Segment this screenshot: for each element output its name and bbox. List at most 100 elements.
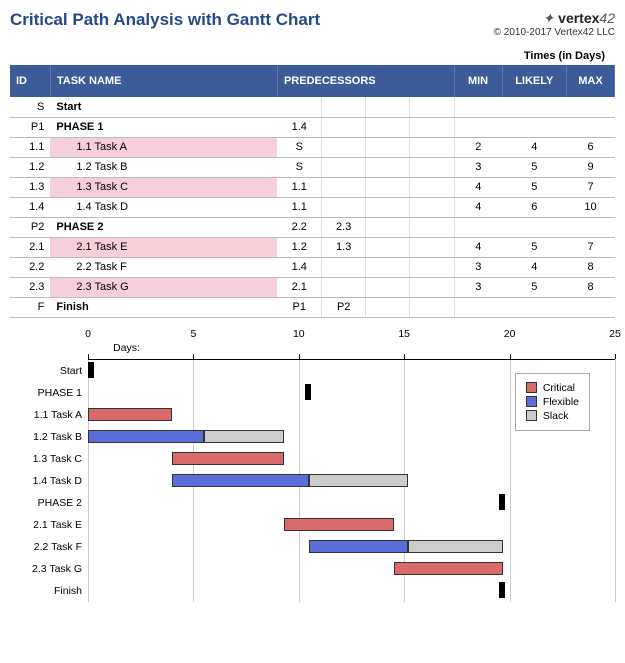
gantt-row-label: 2.2 Task F [10,541,88,553]
gantt-bar-critical [88,408,172,421]
cell-likely [502,217,566,237]
axis-tick-label: 20 [504,328,516,340]
gantt-axis: Days: 0510152025 [88,328,615,360]
cell-min: 2 [454,137,502,157]
legend-critical: Critical [526,382,579,394]
cell-pred [366,117,410,137]
gantt-row-label: Start [10,365,88,377]
table-header-row: ID TASK NAME PREDECESSORS MIN LIKELY MAX [10,65,615,97]
cell-likely: 5 [502,177,566,197]
cell-id: 1.3 [10,177,50,197]
legend-critical-label: Critical [543,382,575,394]
cell-pred [366,97,410,117]
cell-pred [366,197,410,217]
axis-tick-label: 0 [85,328,91,340]
cell-task: 1.1 Task A [50,137,277,157]
gantt-row-label: PHASE 1 [10,387,88,399]
gantt-row-label: Finish [10,585,88,597]
cell-min: 3 [454,157,502,177]
cell-pred [366,297,410,317]
table-row: P2PHASE 22.22.3 [10,217,615,237]
cell-task: Start [50,97,277,117]
cell-pred: P1 [277,297,321,317]
cell-pred: 1.1 [277,177,321,197]
cell-pred [322,157,366,177]
table-row: 2.12.1 Task E1.21.3457 [10,237,615,257]
gantt-row: 2.3 Task G [10,558,615,580]
cell-likely: 4 [502,137,566,157]
swatch-slack-icon [526,410,537,421]
brand-block: ✦ vertex42 © 2010-2017 Vertex42 LLC [494,10,615,38]
cell-pred [410,137,454,157]
gantt-row-label: PHASE 2 [10,497,88,509]
gantt-bar-milestone [88,362,94,378]
cell-pred [366,157,410,177]
cell-pred [366,217,410,237]
gantt-row-label: 2.3 Task G [10,563,88,575]
cell-id: S [10,97,50,117]
times-unit-label: Times (in Days) [10,50,615,62]
cell-likely: 4 [502,257,566,277]
cell-id: 1.4 [10,197,50,217]
cell-min: 4 [454,177,502,197]
gantt-row: 2.1 Task E [10,514,615,536]
cell-task: PHASE 2 [50,217,277,237]
cell-pred [410,257,454,277]
gantt-row-label: 1.3 Task C [10,453,88,465]
axis-tick-label: 25 [609,328,621,340]
cell-pred: 2.1 [277,277,321,297]
cell-pred: 1.3 [322,237,366,257]
cell-min [454,217,502,237]
cell-pred [410,297,454,317]
gantt-bar-critical [172,452,284,465]
cell-pred [322,197,366,217]
gantt-axis-label: Days: [113,342,140,354]
cell-pred: 2.2 [277,217,321,237]
cell-likely [502,297,566,317]
cell-pred [277,97,321,117]
cell-likely: 5 [502,157,566,177]
gantt-bar-flexible [172,474,309,487]
cell-pred [322,97,366,117]
gantt-bar-slack [204,430,284,443]
brand-copyright: © 2010-2017 Vertex42 LLC [494,27,615,38]
col-max: MAX [567,65,615,97]
legend: Critical Flexible Slack [515,373,590,431]
brand-logo: ✦ vertex42 [494,10,615,27]
cell-pred: 1.4 [277,257,321,277]
table-row: SStart [10,97,615,117]
cell-id: 2.3 [10,277,50,297]
gantt-row-label: 1.4 Task D [10,475,88,487]
swatch-critical-icon [526,382,537,393]
gantt-row-label: 1.2 Task B [10,431,88,443]
cell-min [454,297,502,317]
cell-pred: S [277,137,321,157]
table-row: 1.21.2 Task BS359 [10,157,615,177]
gantt-bar-area [88,514,615,536]
axis-tick-label: 5 [190,328,196,340]
gantt-chart: Critical Flexible Slack Days: 0510152025… [10,328,615,602]
cell-task: 1.3 Task C [50,177,277,197]
cell-max: 8 [567,277,615,297]
cell-max [567,97,615,117]
cell-min: 4 [454,237,502,257]
cell-task: 2.3 Task G [50,277,277,297]
page-title: Critical Path Analysis with Gantt Chart [10,10,320,30]
gantt-bar-slack [309,474,408,487]
cell-likely: 5 [502,237,566,257]
gantt-bar-area [88,448,615,470]
cell-task: 2.2 Task F [50,257,277,277]
cell-min: 3 [454,257,502,277]
col-min: MIN [454,65,502,97]
cell-max [567,297,615,317]
cell-pred [322,177,366,197]
gantt-bar-area [88,492,615,514]
cell-pred [366,137,410,157]
cell-task: PHASE 1 [50,117,277,137]
cell-id: P1 [10,117,50,137]
cell-likely: 5 [502,277,566,297]
gantt-bar-area [88,536,615,558]
gantt-bar-flexible [309,540,408,553]
cell-pred [410,177,454,197]
gantt-row: 2.2 Task F [10,536,615,558]
